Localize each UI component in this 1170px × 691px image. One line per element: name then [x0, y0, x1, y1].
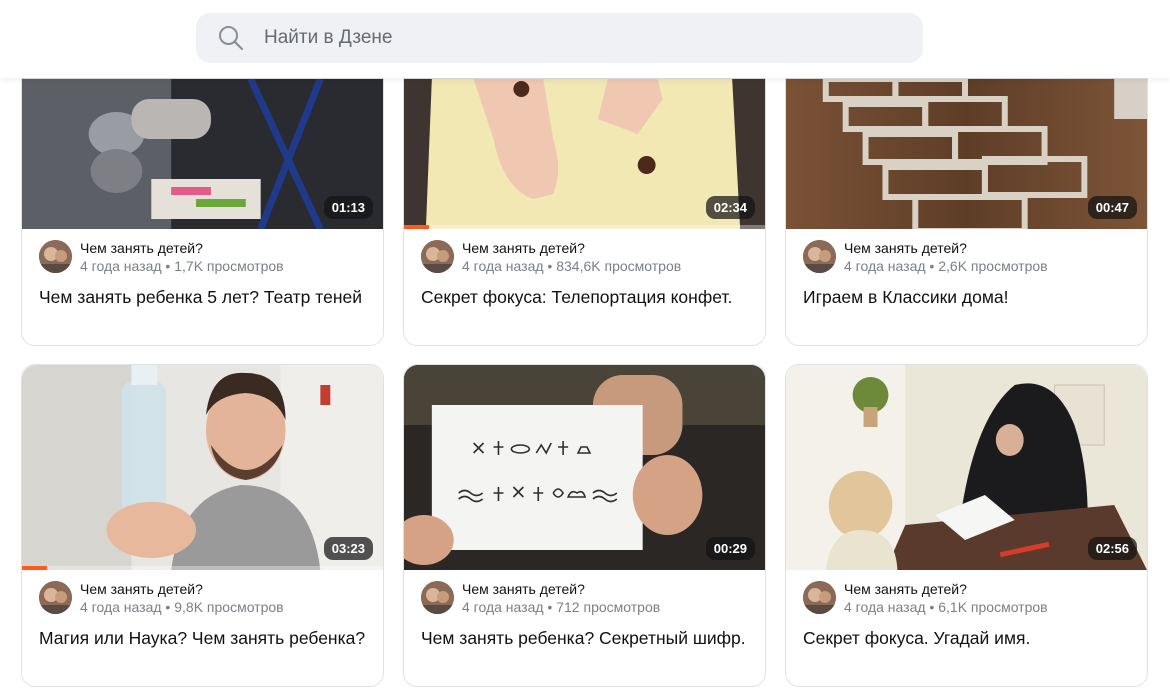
video-views: 9,8K просмотров	[174, 599, 284, 615]
search-icon[interactable]	[218, 25, 244, 51]
video-stats: 4 года назад • 9,8K просмотров	[80, 599, 284, 615]
video-meta: Чем занять детей? 4 года назад • 834,6K …	[404, 239, 765, 279]
video-stats: 4 года назад • 1,7K просмотров	[80, 258, 284, 274]
video-title[interactable]: Магия или Наука? Чем занять ребенка?	[22, 620, 383, 650]
video-thumbnail[interactable]: 03:23	[22, 365, 383, 570]
video-age: 4 года назад	[462, 258, 544, 274]
video-thumbnail[interactable]: 00:29	[404, 365, 765, 570]
avatar[interactable]	[39, 240, 72, 273]
stats-separator: •	[543, 258, 557, 274]
video-card[interactable]: 00:47 Чем занять детей? 4 года назад • 2…	[785, 78, 1148, 346]
video-title[interactable]: Секрет фокуса: Телепортация конфет.	[404, 279, 765, 309]
video-meta: Чем занять детей? 4 года назад • 9,8K пр…	[22, 580, 383, 620]
video-age: 4 года назад	[80, 599, 162, 615]
video-views: 1,7K просмотров	[174, 258, 284, 274]
video-views: 6,1K просмотров	[938, 599, 1048, 615]
video-duration: 03:23	[323, 537, 373, 560]
channel-name[interactable]: Чем занять детей?	[80, 581, 203, 597]
video-card[interactable]: 03:23 Чем занять детей? 4 года назад • 9…	[21, 364, 384, 687]
video-age: 4 года назад	[844, 258, 926, 274]
video-thumbnail[interactable]: 01:13	[22, 79, 383, 229]
video-stats: 4 года назад • 2,6K просмотров	[844, 258, 1048, 274]
stats-separator: •	[925, 599, 939, 615]
avatar[interactable]	[803, 240, 836, 273]
video-stats: 4 года назад • 834,6K просмотров	[462, 258, 681, 274]
video-thumbnail[interactable]: 02:56	[786, 365, 1147, 570]
channel-name[interactable]: Чем занять детей?	[844, 581, 967, 597]
video-meta: Чем занять детей? 4 года назад • 1,7K пр…	[22, 239, 383, 279]
video-feed: 01:13 Чем занять детей? 4 года назад • 1…	[0, 0, 1170, 691]
video-card[interactable]: 01:13 Чем занять детей? 4 года назад • 1…	[21, 78, 384, 346]
watch-progress	[22, 566, 48, 570]
channel-name[interactable]: Чем занять детей?	[462, 581, 585, 597]
video-duration: 00:47	[1087, 196, 1137, 219]
video-title[interactable]: Чем занять ребенка 5 лет? Театр теней	[22, 279, 383, 309]
search-input[interactable]	[264, 27, 864, 49]
channel-name[interactable]: Чем занять детей?	[844, 240, 967, 256]
stats-separator: •	[161, 599, 175, 615]
video-duration: 00:29	[705, 537, 755, 560]
progress-track	[404, 225, 765, 229]
video-views: 712 просмотров	[556, 599, 661, 615]
watch-progress	[404, 225, 430, 229]
video-title[interactable]: Секрет фокуса. Угадай имя.	[786, 620, 1147, 650]
video-duration: 02:56	[1087, 537, 1137, 560]
video-title[interactable]: Играем в Классики дома!	[786, 279, 1147, 309]
progress-track	[22, 566, 383, 570]
video-duration: 02:34	[705, 196, 755, 219]
avatar[interactable]	[803, 581, 836, 614]
channel-name[interactable]: Чем занять детей?	[462, 240, 585, 256]
avatar[interactable]	[39, 581, 72, 614]
video-age: 4 года назад	[844, 599, 926, 615]
video-card[interactable]: 00:29 Чем занять детей? 4 года назад • 7…	[403, 364, 766, 687]
video-card[interactable]: 02:34 Чем занять детей? 4 года назад • 8…	[403, 78, 766, 346]
avatar[interactable]	[421, 581, 454, 614]
avatar[interactable]	[421, 240, 454, 273]
video-duration: 01:13	[323, 196, 373, 219]
video-stats: 4 года назад • 6,1K просмотров	[844, 599, 1048, 615]
video-views: 834,6K просмотров	[556, 258, 682, 274]
stats-separator: •	[161, 258, 175, 274]
video-meta: Чем занять детей? 4 года назад • 6,1K пр…	[786, 580, 1147, 620]
video-views: 2,6K просмотров	[938, 258, 1048, 274]
header	[0, 0, 1170, 78]
stats-separator: •	[543, 599, 557, 615]
stats-separator: •	[925, 258, 939, 274]
channel-name[interactable]: Чем занять детей?	[80, 240, 203, 256]
video-thumbnail[interactable]: 02:34	[404, 79, 765, 229]
video-stats: 4 года назад • 712 просмотров	[462, 599, 660, 615]
video-age: 4 года назад	[80, 258, 162, 274]
video-meta: Чем занять детей? 4 года назад • 712 про…	[404, 580, 765, 620]
video-title[interactable]: Чем занять ребенка? Секретный шифр.	[404, 620, 765, 650]
video-age: 4 года назад	[462, 599, 544, 615]
video-card[interactable]: 02:56 Чем занять детей? 4 года назад • 6…	[785, 364, 1148, 687]
video-meta: Чем занять детей? 4 года назад • 2,6K пр…	[786, 239, 1147, 279]
video-thumbnail[interactable]: 00:47	[786, 79, 1147, 229]
search-bar[interactable]	[196, 13, 923, 63]
